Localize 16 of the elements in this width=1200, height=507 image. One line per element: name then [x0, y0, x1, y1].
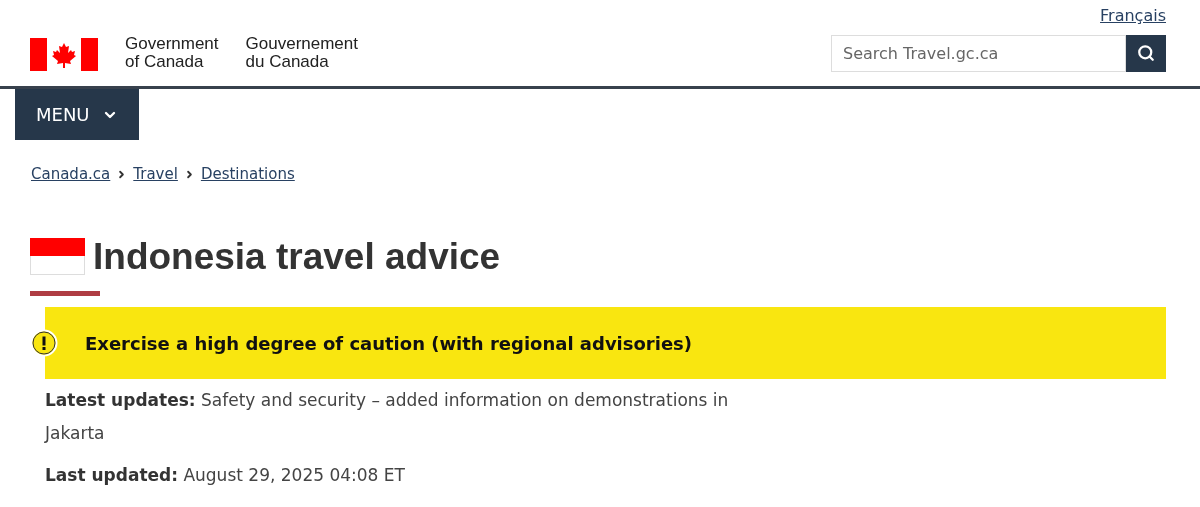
breadcrumb-link[interactable]: Destinations	[200, 162, 295, 186]
update-text: Latest updates: Safety and security – added information on demonstrations in Jakarta	[45, 389, 730, 445]
search-field[interactable]: Search Travel.gc.ca	[831, 34, 1126, 72]
signature-text: Gouvernement du Canada	[245, 35, 358, 71]
signature-text: Government of Canada	[125, 35, 219, 71]
flag-icon	[30, 238, 85, 275]
maple-leaf-flag-icon	[30, 38, 98, 71]
search-icon	[1137, 44, 1155, 62]
search-button[interactable]	[1126, 34, 1166, 72]
page-title: Indonesia travel advice	[93, 237, 501, 277]
breadcrumb-link[interactable]: Canada.ca	[31, 162, 111, 186]
update-text: Last updated: August 29, 2025 04:08 ET	[45, 464, 406, 487]
breadcrumb-link[interactable]: Travel	[133, 162, 178, 186]
menu-button[interactable]: MENU	[15, 89, 139, 140]
language-link[interactable]: Français	[1100, 4, 1166, 24]
advisory-text: Exercise a high degree of caution (with regional advisories)	[85, 331, 693, 356]
